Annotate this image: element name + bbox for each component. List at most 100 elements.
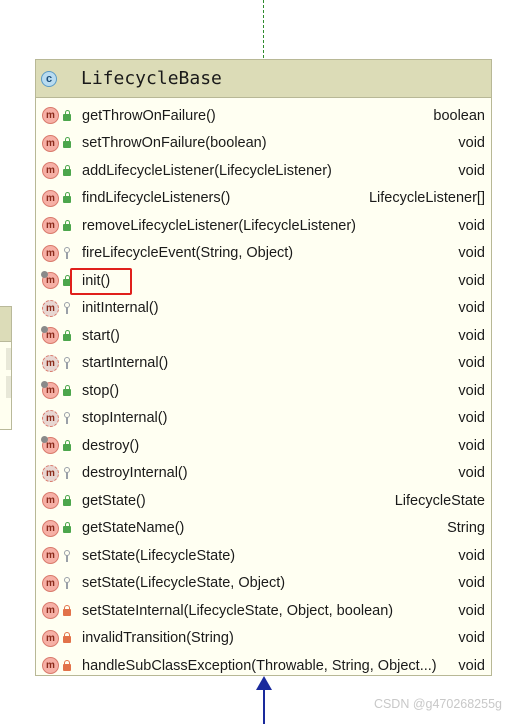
method-name: setState(LifecycleState) — [82, 547, 236, 564]
method-icon: m — [42, 244, 59, 262]
method-list: m getThrowOnFailure() boolean m setThrowOnFa… — [36, 98, 491, 680]
method-name: startInternal() — [82, 355, 169, 372]
method-row[interactable]: m destroyInternal() void — [36, 460, 491, 488]
class-icon: c — [41, 70, 57, 87]
method-row[interactable]: m startInternal() void — [36, 350, 491, 378]
public-visibility-icon — [62, 494, 72, 507]
protected-visibility-icon — [62, 247, 72, 260]
method-name: getThrowOnFailure() — [82, 107, 216, 124]
method-return-type: void — [458, 410, 485, 427]
method-return-type: void — [458, 547, 485, 564]
method-row[interactable]: m getState() LifecycleState — [36, 487, 491, 515]
method-icon: m — [42, 409, 59, 427]
method-row[interactable]: m findLifecycleListeners() LifecycleListen… — [36, 185, 491, 213]
method-name: findLifecycleListeners() — [82, 190, 231, 207]
method-icon: m — [41, 436, 59, 455]
method-row[interactable]: m removeLifecycleListener(LifecycleListen… — [36, 212, 491, 240]
method-name: stopInternal() — [82, 410, 168, 427]
method-name: removeLifecycleListener(LifecycleListene… — [82, 217, 357, 234]
method-row[interactable]: m fireLifecycleEvent(String, Object) void — [36, 240, 491, 268]
method-name: setState(LifecycleState, Object) — [82, 575, 286, 592]
method-row[interactable]: m setStateInternal(LifecycleState, Object… — [36, 597, 491, 625]
method-return-type: boolean — [433, 107, 485, 124]
method-icon: m — [42, 547, 59, 565]
method-name: destroyInternal() — [82, 465, 188, 482]
method-icon: m — [41, 326, 59, 345]
method-icon: m — [41, 271, 59, 290]
private-visibility-icon — [62, 604, 72, 617]
method-name: setStateInternal(LifecycleState, Object,… — [82, 602, 394, 619]
method-name: destroy() — [82, 437, 140, 454]
class-header: c LifecycleBase — [36, 60, 491, 98]
dependency-dashed-line — [263, 0, 264, 58]
public-visibility-icon — [62, 192, 72, 204]
method-return-type: void — [458, 245, 485, 262]
method-row[interactable]: m setState(LifecycleState) void — [36, 542, 491, 570]
adjacent-class-fragment — [0, 306, 12, 430]
method-return-type: void — [458, 355, 485, 372]
method-row[interactable]: m setState(LifecycleState, Object) void — [36, 570, 491, 598]
method-return-type: void — [458, 272, 485, 289]
protected-visibility-icon — [62, 412, 72, 425]
protected-visibility-icon — [62, 357, 72, 370]
watermark: CSDN @g470268255g — [373, 697, 502, 711]
method-row[interactable]: m init() void — [36, 267, 491, 295]
method-icon: m — [42, 134, 59, 152]
protected-visibility-icon — [62, 549, 72, 562]
method-return-type: void — [458, 162, 485, 179]
method-return-type: void — [458, 217, 485, 234]
method-return-type: LifecycleState — [394, 492, 485, 509]
method-row[interactable]: m getThrowOnFailure() boolean — [36, 102, 491, 130]
class-name: LifecycleBase — [81, 68, 222, 89]
method-icon: m — [42, 602, 59, 620]
protected-visibility-icon — [62, 577, 72, 590]
method-row[interactable]: m getStateName() String — [36, 515, 491, 543]
method-icon: m — [42, 189, 59, 207]
method-row[interactable]: m stopInternal() void — [36, 405, 491, 433]
public-visibility-icon — [62, 384, 72, 397]
protected-visibility-icon — [62, 467, 72, 480]
class-box-lifecyclebase[interactable]: c LifecycleBase m getThrowOnFailure() bool… — [35, 59, 492, 676]
method-return-type: String — [447, 520, 485, 537]
method-row[interactable]: m initInternal() void — [36, 295, 491, 323]
method-icon: m — [42, 107, 59, 125]
method-icon: m — [42, 574, 59, 592]
method-row[interactable]: m start() void — [36, 322, 491, 350]
protected-visibility-icon — [62, 302, 72, 315]
public-visibility-icon — [62, 109, 72, 122]
method-return-type: void — [458, 657, 485, 674]
private-visibility-icon — [62, 659, 72, 672]
method-name: initInternal() — [82, 300, 159, 317]
method-icon: m — [42, 519, 59, 537]
method-return-type: void — [458, 630, 485, 647]
method-name: start() — [82, 327, 120, 344]
method-row[interactable]: m stop() void — [36, 377, 491, 405]
method-icon: m — [42, 162, 59, 180]
public-visibility-icon — [62, 219, 72, 232]
method-icon: m — [41, 381, 59, 400]
public-visibility-icon — [62, 137, 72, 149]
public-visibility-icon — [62, 522, 72, 534]
method-row[interactable]: m addLifecycleListener(LifecycleListener)… — [36, 157, 491, 185]
method-icon: m — [42, 217, 59, 235]
method-return-type: LifecycleListener[] — [368, 190, 485, 207]
method-icon: m — [42, 629, 59, 647]
public-visibility-icon — [62, 164, 72, 177]
method-name: getStateName() — [82, 520, 185, 537]
method-return-type: void — [458, 135, 485, 152]
method-return-type: void — [458, 602, 485, 619]
private-visibility-icon — [62, 632, 72, 644]
method-row[interactable]: m setThrowOnFailure(boolean) void — [36, 130, 491, 158]
inheritance-arrow-line — [263, 688, 265, 724]
method-row[interactable]: m destroy() void — [36, 432, 491, 460]
method-return-type: void — [458, 465, 485, 482]
public-visibility-icon — [62, 439, 72, 452]
method-return-type: void — [458, 575, 485, 592]
method-icon: m — [42, 299, 59, 317]
method-row[interactable]: m invalidTransition(String) void — [36, 625, 491, 653]
public-visibility-icon — [62, 329, 72, 342]
method-return-type: void — [458, 437, 485, 454]
method-name: getState() — [82, 492, 146, 509]
method-icon: m — [42, 657, 59, 675]
method-return-type: void — [458, 327, 485, 344]
